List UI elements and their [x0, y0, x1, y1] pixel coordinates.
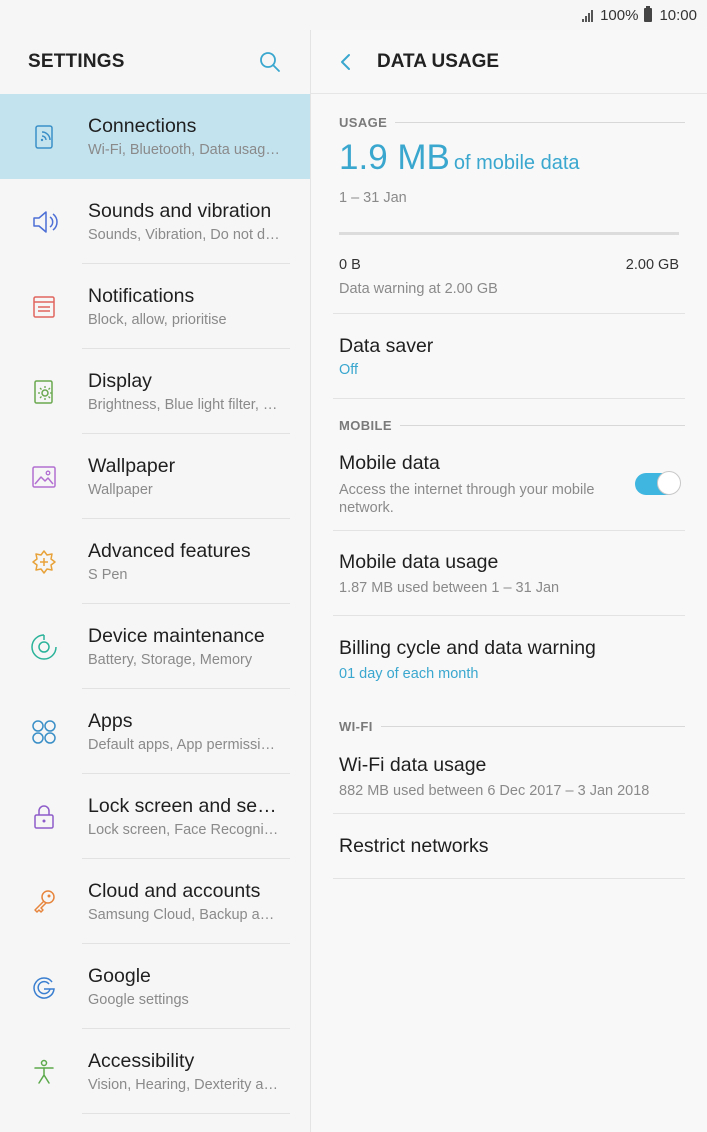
accessibility-icon — [0, 1057, 88, 1087]
sidebar-item-sub: Default apps, App permissions — [88, 737, 282, 753]
sidebar-item-cloud-accounts[interactable]: Cloud and accounts Samsung Cloud, Backup… — [0, 859, 310, 944]
battery-icon — [644, 6, 653, 22]
sidebar-item-label: Accessibility — [88, 1050, 195, 1072]
settings-pane: SETTINGS Connections Wi-Fi, Bluetooth, D… — [0, 30, 310, 1132]
sidebar-item-label: Advanced features — [88, 540, 251, 562]
restrict-networks-row[interactable]: Restrict networks — [311, 814, 707, 879]
section-header-mobile: MOBILE — [311, 413, 707, 437]
settings-menu: Connections Wi-Fi, Bluetooth, Data usage… — [0, 94, 310, 1114]
billing-cycle-label: Billing cycle and data warning — [339, 636, 596, 659]
section-label: WI-FI — [339, 718, 373, 734]
clock: 10:00 — [659, 6, 697, 24]
mobile-data-row[interactable]: Mobile data Access the internet through … — [311, 437, 707, 531]
data-usage-header: DATA USAGE — [311, 30, 707, 94]
sidebar-item-sub: Battery, Storage, Memory — [88, 652, 253, 668]
sidebar-item-wallpaper[interactable]: Wallpaper Wallpaper — [0, 434, 310, 519]
google-icon — [0, 972, 88, 1002]
sidebar-item-sub: Samsung Cloud, Backup and restore — [88, 907, 282, 923]
sidebar-item-accessibility[interactable]: Accessibility Vision, Hearing, Dexterity… — [0, 1029, 310, 1114]
usage-value: 1.9 MB — [339, 138, 450, 177]
sidebar-item-sub: Block, allow, prioritise — [88, 312, 227, 328]
sidebar-item-sub: Lock screen, Face Recognition — [88, 822, 282, 838]
usage-progress-bar — [339, 232, 679, 235]
display-brightness-icon — [0, 377, 88, 407]
sidebar-item-label: Google — [88, 965, 151, 987]
mobile-data-usage-row[interactable]: Mobile data usage 1.87 MB used between 1… — [311, 531, 707, 616]
battery-percent: 100% — [600, 6, 639, 24]
sidebar-item-sounds[interactable]: Sounds and vibration Sounds, Vibration, … — [0, 179, 310, 264]
sidebar-item-sub: Vision, Hearing, Dexterity and interacti… — [88, 1077, 282, 1093]
sidebar-item-sub: S Pen — [88, 567, 128, 583]
section-label: USAGE — [339, 114, 388, 130]
mobile-data-usage-desc: 1.87 MB used between 1 – 31 Jan — [339, 580, 560, 596]
sidebar-item-sub: Brightness, Blue light filter, Home scre… — [88, 397, 282, 413]
data-saver-row[interactable]: Data saver Off — [311, 313, 707, 399]
restrict-networks-label: Restrict networks — [339, 835, 489, 857]
advanced-features-icon — [0, 547, 88, 577]
usage-period: 1 – 31 Jan — [339, 190, 407, 206]
sidebar-item-label: Device maintenance — [88, 625, 265, 647]
sidebar-item-google[interactable]: Google Google settings — [0, 944, 310, 1029]
wifi-data-usage-desc: 882 MB used between 6 Dec 2017 – 3 Jan 2… — [339, 782, 650, 799]
connections-icon — [0, 122, 88, 152]
warning-text: Data warning at 2.00 GB — [339, 281, 498, 297]
notifications-icon — [0, 292, 88, 322]
data-saver-value: Off — [339, 361, 359, 378]
search-icon[interactable] — [258, 50, 282, 74]
back-arrow-icon[interactable] — [335, 51, 357, 73]
sidebar-item-label: Sounds and vibration — [88, 200, 272, 222]
data-saver-label: Data saver — [339, 334, 434, 357]
range-max: 2.00 GB — [625, 257, 679, 273]
speaker-icon — [0, 207, 88, 237]
data-usage-pane: DATA USAGE USAGE 1.9 MB of mobile data 1 … — [311, 30, 707, 1132]
sidebar-item-display[interactable]: Display Brightness, Blue light filter, H… — [0, 349, 310, 434]
mobile-data-label: Mobile data — [339, 451, 440, 474]
wallpaper-icon — [0, 462, 88, 492]
sidebar-item-label: Lock screen and security — [88, 795, 282, 817]
signal-icon — [582, 8, 594, 22]
sidebar-item-label: Connections — [88, 115, 197, 137]
range-min: 0 B — [339, 257, 361, 273]
sidebar-item-apps[interactable]: Apps Default apps, App permissions — [0, 689, 310, 774]
sidebar-item-lock-screen[interactable]: Lock screen and security Lock screen, Fa… — [0, 774, 310, 859]
usage-suffix: of mobile data — [453, 152, 580, 174]
usage-amount: 1.9 MB of mobile data — [311, 138, 707, 178]
sidebar-item-label: Display — [88, 370, 152, 392]
settings-header: SETTINGS — [0, 30, 310, 94]
sidebar-item-notifications[interactable]: Notifications Block, allow, prioritise — [0, 264, 310, 349]
sidebar-item-device-maintenance[interactable]: Device maintenance Battery, Storage, Mem… — [0, 604, 310, 689]
apps-icon — [0, 717, 88, 747]
billing-cycle-row[interactable]: Billing cycle and data warning 01 day of… — [311, 616, 707, 702]
page-title: DATA USAGE — [377, 50, 500, 72]
sidebar-item-sub: Sounds, Vibration, Do not disturb — [88, 227, 282, 243]
sidebar-item-connections[interactable]: Connections Wi-Fi, Bluetooth, Data usage… — [0, 94, 310, 179]
mobile-data-usage-label: Mobile data usage — [339, 551, 499, 573]
sidebar-item-sub: Wallpaper — [88, 482, 153, 498]
sidebar-item-label: Notifications — [88, 285, 195, 307]
key-icon — [0, 887, 88, 917]
device-maintenance-icon — [0, 632, 88, 662]
sidebar-item-sub: Google settings — [88, 992, 189, 1008]
lock-icon — [0, 802, 88, 832]
status-bar: 100% 10:00 — [0, 0, 707, 30]
usage-range: 0 B 2.00 GB — [311, 257, 707, 273]
section-label: MOBILE — [339, 417, 392, 433]
mobile-data-toggle[interactable] — [635, 471, 681, 495]
sidebar-item-advanced-features[interactable]: Advanced features S Pen — [0, 519, 310, 604]
sidebar-item-sub: Wi-Fi, Bluetooth, Data usage, Flight mod… — [88, 142, 282, 158]
settings-title: SETTINGS — [28, 51, 125, 72]
sidebar-item-label: Cloud and accounts — [88, 880, 261, 902]
billing-cycle-value: 01 day of each month — [339, 665, 479, 682]
wifi-data-usage-row[interactable]: Wi-Fi data usage 882 MB used between 6 D… — [311, 738, 707, 814]
sidebar-item-label: Wallpaper — [88, 455, 176, 477]
wifi-data-usage-label: Wi-Fi data usage — [339, 753, 487, 776]
section-header-wifi: WI-FI — [311, 714, 707, 738]
mobile-data-desc: Access the internet through your mobile … — [339, 481, 595, 516]
section-header-usage: USAGE — [311, 110, 707, 134]
sidebar-item-label: Apps — [88, 710, 133, 732]
